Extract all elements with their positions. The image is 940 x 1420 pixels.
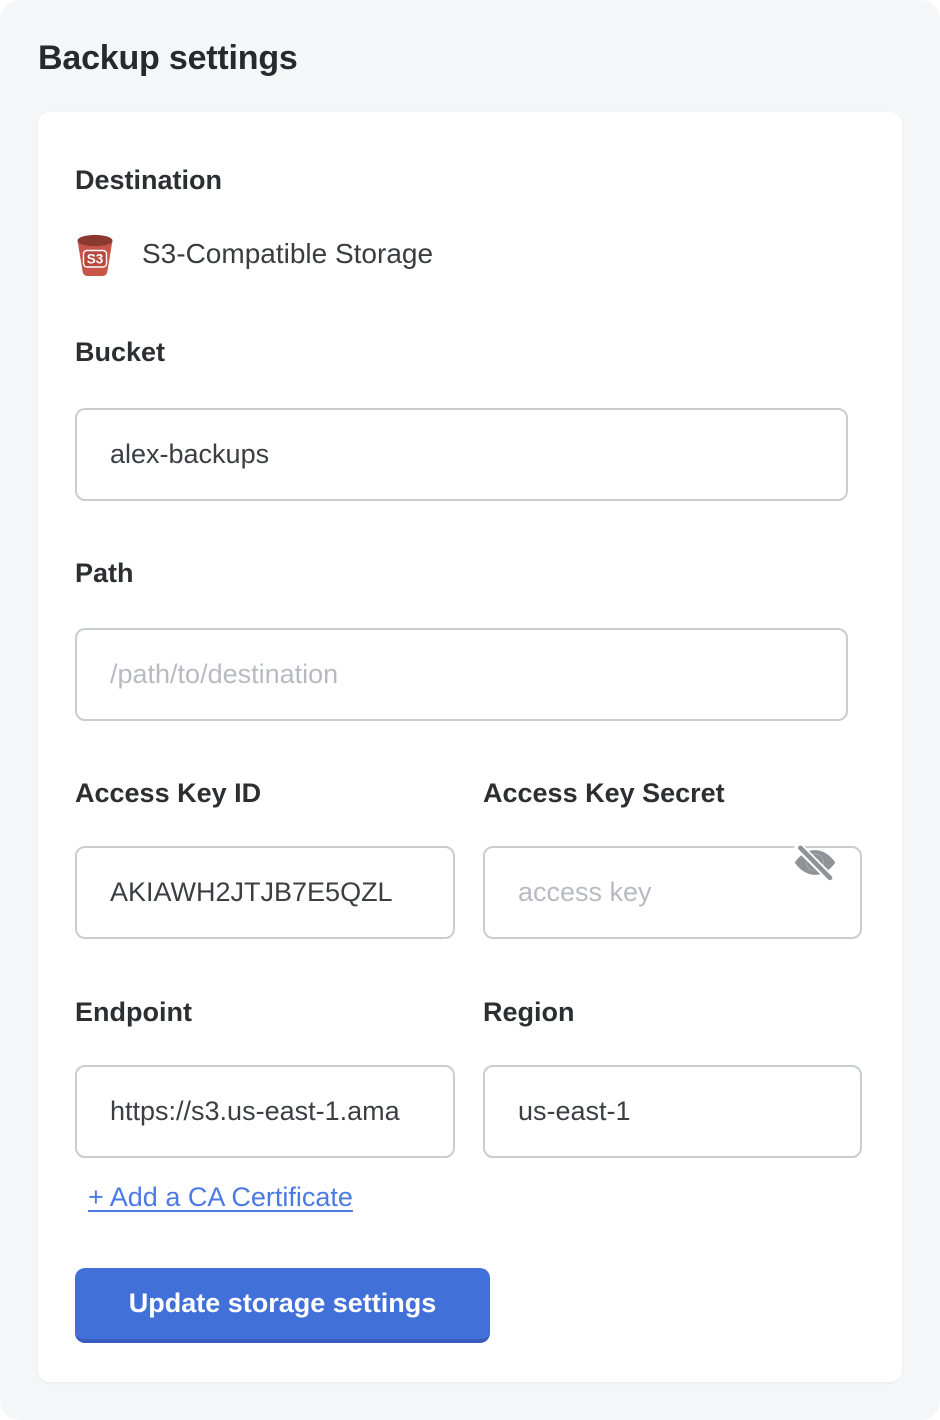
access-key-id-field: Access Key ID: [75, 778, 455, 939]
endpoint-input[interactable]: [75, 1065, 455, 1158]
access-keys-row: Access Key ID Access Key Secret: [75, 778, 865, 939]
region-label: Region: [483, 997, 862, 1027]
endpoint-label: Endpoint: [75, 997, 455, 1027]
svg-text:S3: S3: [87, 251, 104, 266]
backup-settings-card: Destination S3 S3-Compatible Storage Buc…: [38, 112, 902, 1382]
destination-value-row: S3 S3-Compatible Storage: [75, 231, 865, 277]
access-key-secret-field: Access Key Secret: [483, 778, 862, 939]
add-ca-certificate-link[interactable]: + Add a CA Certificate: [88, 1182, 353, 1212]
access-key-id-input[interactable]: [75, 846, 455, 939]
endpoint-field: Endpoint: [75, 997, 455, 1158]
path-label: Path: [75, 558, 865, 588]
update-storage-settings-button[interactable]: Update storage settings: [75, 1268, 490, 1343]
eye-off-icon[interactable]: [790, 840, 840, 885]
destination-value: S3-Compatible Storage: [142, 238, 433, 270]
path-input[interactable]: [75, 628, 848, 721]
access-key-id-label: Access Key ID: [75, 778, 455, 808]
endpoint-region-row: Endpoint Region: [75, 997, 865, 1158]
backup-settings-page: Backup settings Destination S3 S3-Compat…: [0, 0, 940, 1420]
bucket-input[interactable]: [75, 408, 848, 501]
region-field: Region: [483, 997, 862, 1158]
s3-bucket-icon: S3: [75, 232, 115, 277]
bucket-label: Bucket: [75, 337, 865, 367]
access-key-secret-label: Access Key Secret: [483, 778, 862, 808]
page-title: Backup settings: [38, 38, 940, 78]
region-input[interactable]: [483, 1065, 862, 1158]
destination-label: Destination: [75, 165, 865, 195]
